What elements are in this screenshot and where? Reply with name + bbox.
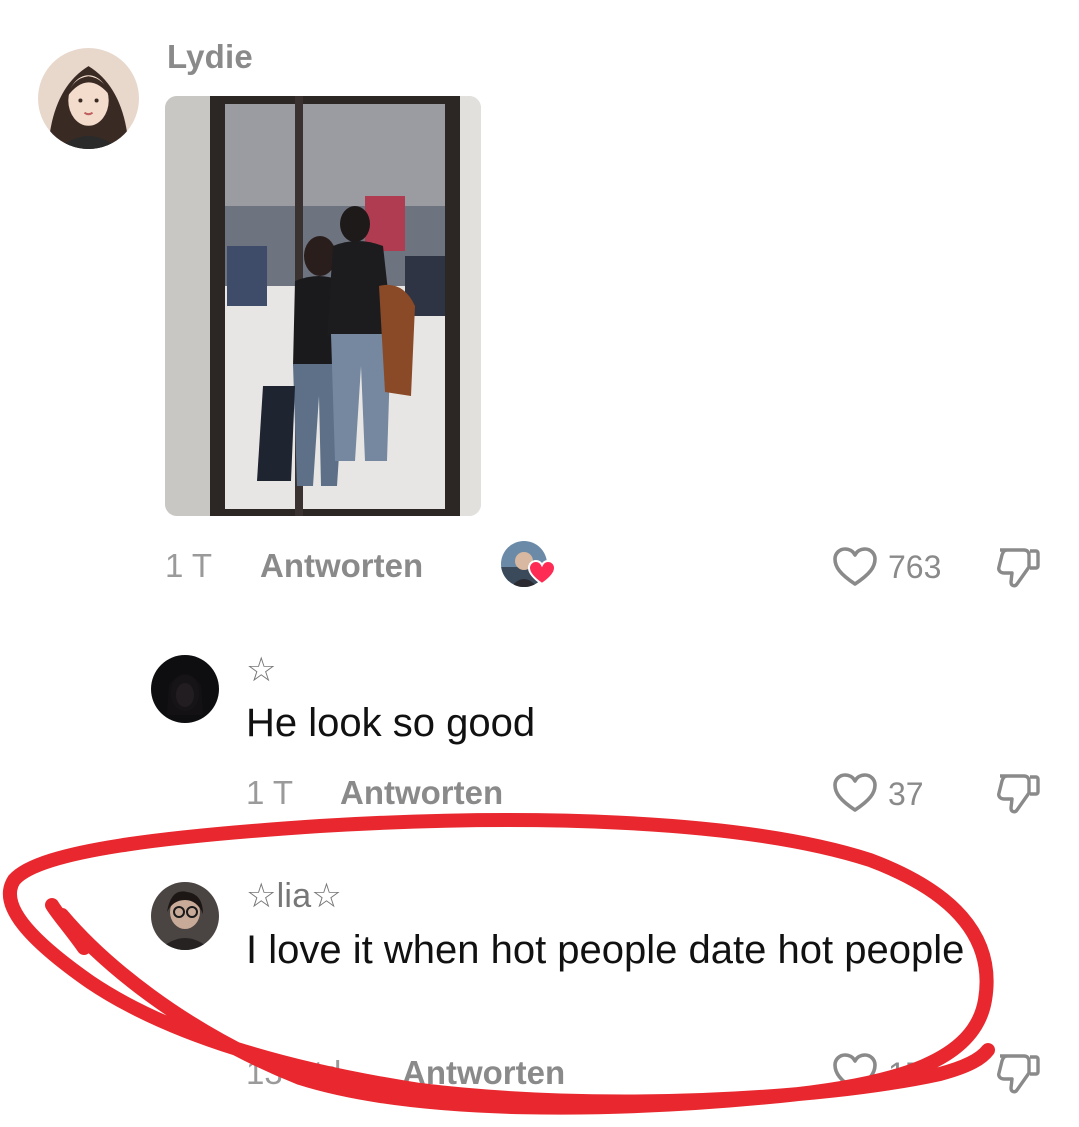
avatar-lydie[interactable] (38, 48, 139, 149)
like-count: 763 (888, 549, 942, 585)
comment-text: He look so good (246, 701, 536, 745)
comment-time: 1 T (165, 547, 213, 584)
dislike-icon[interactable] (994, 772, 1042, 816)
comment-username[interactable]: ☆lia☆ (246, 876, 342, 916)
heart-outline-icon[interactable] (832, 1052, 878, 1094)
heart-outline-icon[interactable] (832, 772, 878, 814)
creator-heart-icon (528, 560, 556, 586)
like-count: 17 (888, 1056, 924, 1092)
comment-username[interactable]: ☆ (246, 650, 277, 690)
avatar-lia[interactable] (151, 882, 219, 950)
reply-button[interactable]: Antworten (260, 547, 423, 585)
avatar-star[interactable] (151, 655, 219, 723)
like-count: 37 (888, 776, 924, 812)
dislike-icon[interactable] (994, 1052, 1042, 1096)
comment-time: 1 T (246, 774, 294, 811)
comment-username[interactable]: Lydie (167, 38, 253, 76)
comment-text: I love it when hot people date hot peopl… (246, 928, 965, 972)
comment-photo[interactable] (165, 96, 481, 516)
reply-button[interactable]: Antworten (340, 774, 503, 812)
dislike-icon[interactable] (994, 546, 1042, 590)
reply-button[interactable]: Antworten (402, 1054, 565, 1092)
comment-time: 13 Std. (246, 1054, 351, 1091)
heart-outline-icon[interactable] (832, 546, 878, 588)
